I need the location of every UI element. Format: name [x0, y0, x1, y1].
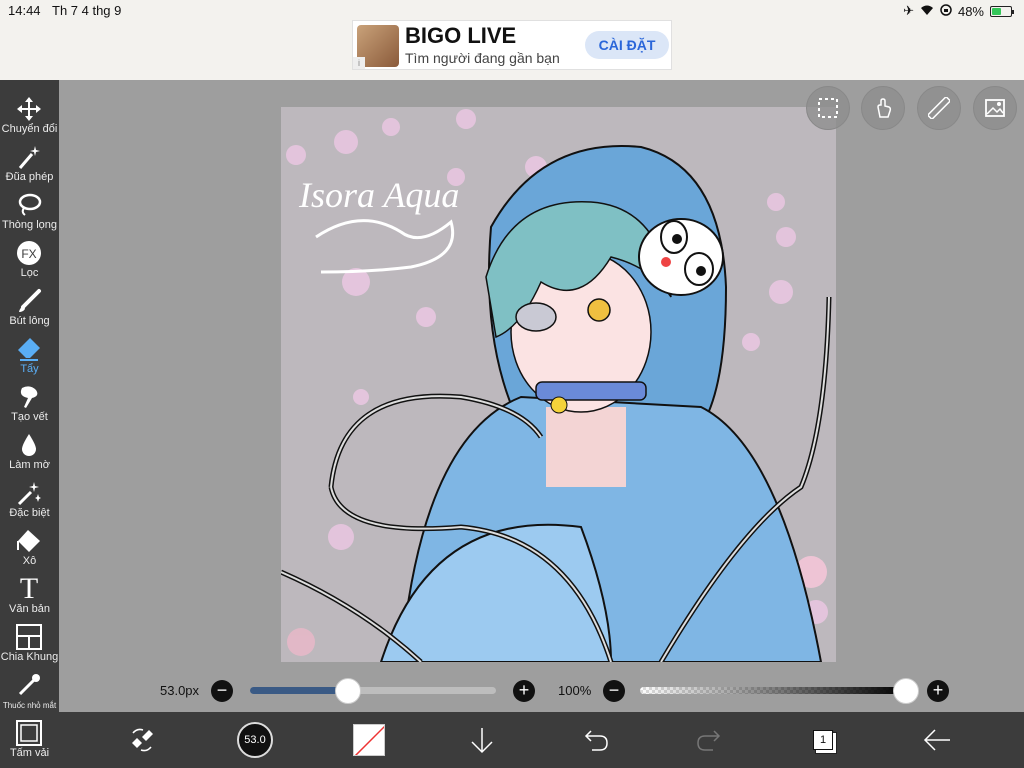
tool-label: Lọc — [20, 267, 39, 279]
bottom-toolbar: 53.0 1 — [59, 712, 1024, 768]
canvas-area[interactable]: Isora Aqua — [59, 80, 1024, 712]
artwork-illustration: Isora Aqua — [281, 107, 836, 662]
tool-canvas[interactable]: Tấm vải — [0, 712, 59, 760]
frame-divider-icon — [16, 624, 42, 650]
arrow-left-icon — [923, 729, 950, 751]
fx-filter-icon: FX — [16, 240, 42, 266]
tool-label: Xô — [22, 555, 37, 567]
tool-transform[interactable]: Chuyển đổi — [0, 88, 59, 136]
tool-label: Chuyển đổi — [1, 123, 58, 135]
gesture-button[interactable] — [861, 86, 905, 130]
tool-filter[interactable]: FX Lọc — [0, 232, 59, 280]
brush-size-decrease-button[interactable]: − — [211, 680, 233, 702]
tool-label: Chia Khung — [0, 651, 59, 663]
status-date: Th 7 4 thg 9 — [52, 3, 122, 18]
tool-label: Thuốc nhỏ mắt — [2, 701, 57, 710]
hand-touch-icon — [877, 98, 892, 118]
drawing-canvas[interactable]: Isora Aqua — [281, 107, 836, 662]
brush-eraser-swap-icon — [132, 728, 153, 752]
tool-label: Thòng lọng — [1, 219, 58, 231]
status-indicators: ✈ 48% — [903, 3, 1014, 19]
tool-blur[interactable]: Làm mờ — [0, 424, 59, 472]
selection-marquee-icon — [818, 98, 838, 118]
tool-brush[interactable]: Bút lông — [0, 280, 59, 328]
undo-icon — [584, 730, 608, 751]
redo-button[interactable] — [691, 722, 727, 758]
ruler-button[interactable] — [917, 86, 961, 130]
undo-button[interactable] — [578, 722, 614, 758]
tool-eyedropper[interactable]: Thuốc nhỏ mắt — [0, 664, 59, 712]
ad-subtitle: Tìm người đang gần bạn — [405, 50, 560, 66]
blur-drop-icon — [16, 432, 42, 458]
opacity-label: 100% — [558, 683, 592, 698]
magic-wand-icon — [16, 144, 42, 170]
battery-level — [992, 7, 1001, 15]
brush-size-label: 53.0px — [160, 683, 200, 698]
opacity-slider[interactable] — [640, 687, 906, 694]
tool-special[interactable]: Đặc biệt — [0, 472, 59, 520]
tool-label: Làm mờ — [9, 459, 50, 471]
tool-label: Văn bản — [9, 603, 50, 615]
layers-button[interactable]: 1 — [805, 722, 841, 758]
ad-install-button[interactable]: CÀI ĐẶT — [585, 31, 669, 59]
back-button[interactable] — [919, 722, 955, 758]
opacity-increase-button[interactable]: + — [927, 680, 949, 702]
color-swatch — [353, 724, 385, 756]
tool-label: Tấm vải — [9, 747, 50, 759]
brush-size-indicator-button[interactable]: 53.0 — [237, 722, 273, 758]
brush-size-indicator: 53.0 — [237, 722, 273, 758]
canvas-icon — [16, 720, 42, 746]
battery-icon — [990, 5, 1014, 17]
tool-label: Tẩy — [20, 363, 39, 375]
swap-tool-button[interactable] — [124, 722, 160, 758]
image-icon — [985, 99, 1005, 117]
tool-label: Đặc biệt — [9, 507, 50, 519]
opacity-decrease-button[interactable]: − — [603, 680, 625, 702]
opacity-thumb[interactable] — [893, 678, 919, 704]
layer-count: 1 — [813, 730, 833, 750]
ad-info-icon[interactable]: i — [353, 57, 365, 69]
tool-magic-wand[interactable]: Đũa phép — [0, 136, 59, 184]
brush-size-fill — [250, 687, 349, 694]
tool-text[interactable]: T Văn bản — [0, 568, 59, 616]
bucket-icon — [16, 528, 42, 554]
ruler-icon — [928, 97, 950, 119]
tool-bucket[interactable]: Xô — [0, 520, 59, 568]
airplane-icon: ✈ — [903, 3, 914, 18]
brush-size-slider[interactable] — [250, 687, 496, 694]
tool-lasso[interactable]: Thòng lọng — [0, 184, 59, 232]
arrow-down-icon — [471, 728, 493, 754]
eraser-icon — [16, 336, 42, 362]
status-time: 14:44 — [8, 3, 41, 18]
rotation-lock-icon — [940, 3, 952, 19]
ad-banner[interactable]: BIGO LIVE Tìm người đang gần bạn CÀI ĐẶT… — [352, 20, 672, 70]
color-picker-button[interactable] — [351, 722, 387, 758]
status-bar: 14:44 Th 7 4 thg 9 ✈ 48% BIGO LIVE Tìm n… — [0, 0, 1024, 80]
download-button[interactable] — [464, 722, 500, 758]
canvas-signature: Isora Aqua — [298, 175, 459, 215]
selection-button[interactable] — [806, 86, 850, 130]
tool-label: Tạo vết — [11, 411, 48, 423]
image-button[interactable] — [973, 86, 1017, 130]
svg-text:FX: FX — [21, 247, 36, 261]
wifi-icon — [920, 4, 934, 19]
eyedropper-icon — [16, 672, 42, 698]
left-toolbar: Chuyển đổi Đũa phép Thòng lọng FX Lọc Bú… — [0, 80, 59, 768]
battery-percent: 48% — [957, 3, 984, 19]
tool-label: Đũa phép — [5, 171, 54, 183]
redo-icon — [697, 730, 721, 751]
smudge-icon — [16, 384, 42, 410]
lasso-icon — [16, 192, 42, 218]
tool-eraser[interactable]: Tẩy — [0, 328, 59, 376]
tool-smudge[interactable]: Tạo vết — [0, 376, 59, 424]
ad-title: BIGO LIVE — [405, 23, 517, 48]
text-icon: T — [19, 572, 39, 605]
move-icon — [16, 96, 42, 122]
tool-frame-divider[interactable]: Chia Khung — [0, 616, 59, 664]
tool-label: Bút lông — [9, 315, 50, 327]
special-sparkle-icon — [16, 480, 42, 506]
brush-size-increase-button[interactable]: + — [513, 680, 535, 702]
brush-icon — [16, 288, 42, 314]
